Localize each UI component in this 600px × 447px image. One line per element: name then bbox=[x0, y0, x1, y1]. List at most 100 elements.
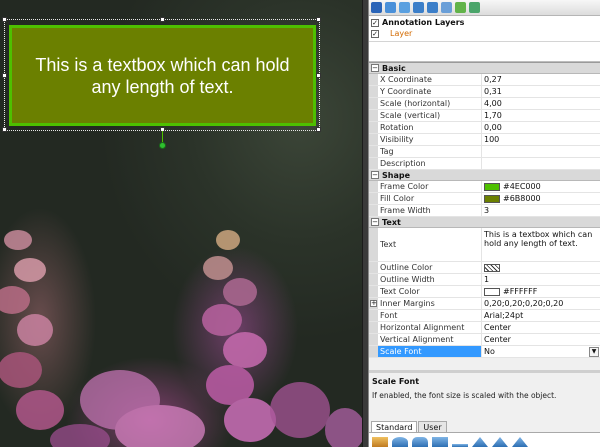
prop-rotation[interactable]: Rotation 0,00 bbox=[369, 122, 600, 134]
expand-icon[interactable]: + bbox=[370, 300, 377, 307]
prop-value[interactable]: 0,31 bbox=[482, 86, 600, 97]
prop-value[interactable]: 100 bbox=[482, 134, 600, 145]
left-flower-spike bbox=[0, 230, 64, 430]
prop-name: Horizontal Alignment bbox=[378, 322, 482, 333]
prop-value[interactable]: 0,00 bbox=[482, 122, 600, 133]
prop-fill-color[interactable]: Fill Color #6B8000 bbox=[369, 193, 600, 205]
prop-value[interactable]: Arial;24pt bbox=[482, 310, 600, 321]
prop-name: Visibility bbox=[378, 134, 482, 145]
prop-frame-color[interactable]: Frame Color #4EC000 bbox=[369, 181, 600, 193]
rotate-handle[interactable] bbox=[159, 142, 166, 149]
resize-handle-top[interactable] bbox=[160, 17, 165, 22]
prop-name: Inner Margins bbox=[378, 298, 482, 309]
prop-value[interactable]: 0,27 bbox=[482, 74, 600, 85]
fill-color-value: #6B8000 bbox=[503, 194, 541, 203]
prop-name: Fill Color bbox=[378, 193, 482, 204]
prop-value[interactable]: 1 bbox=[482, 274, 600, 285]
prop-value[interactable]: 3 bbox=[482, 205, 600, 216]
shape-palette bbox=[369, 433, 600, 447]
prop-value[interactable]: 0,20;0,20;0,20;0,20 bbox=[482, 298, 600, 309]
layer-root[interactable]: ✓ Annotation Layers bbox=[369, 17, 600, 28]
prop-font[interactable]: Font Arial;24pt bbox=[369, 310, 600, 322]
property-grid: − Basic X Coordinate 0,27 Y Coordinate 0… bbox=[369, 62, 600, 358]
collapse-icon[interactable]: − bbox=[371, 171, 379, 179]
new-layer-icon[interactable] bbox=[385, 2, 396, 13]
prop-y-coordinate[interactable]: Y Coordinate 0,31 bbox=[369, 86, 600, 98]
prop-outline-color[interactable]: Outline Color bbox=[369, 262, 600, 274]
prop-value[interactable]: 4,00 bbox=[482, 98, 600, 109]
layer-item[interactable]: ✓ Layer bbox=[369, 28, 600, 39]
shape-diamond-icon[interactable] bbox=[512, 437, 528, 447]
prop-name: Tag bbox=[378, 146, 482, 157]
shape-rounded-rect-icon[interactable] bbox=[412, 437, 428, 447]
prop-visibility[interactable]: Visibility 100 bbox=[369, 134, 600, 146]
shape-arrow-icon[interactable] bbox=[492, 437, 508, 447]
shape-rectangle-icon[interactable] bbox=[432, 437, 448, 447]
resize-handle-top-right[interactable] bbox=[316, 17, 321, 22]
tab-standard[interactable]: Standard bbox=[371, 421, 418, 432]
resize-handle-bottom-left[interactable] bbox=[2, 127, 7, 132]
tab-user[interactable]: User bbox=[418, 421, 447, 432]
prop-scale-vertical[interactable]: Scale (vertical) 1,70 bbox=[369, 110, 600, 122]
edit-icon[interactable] bbox=[455, 2, 466, 13]
prop-scale-font[interactable]: Scale Font No ▼ bbox=[369, 346, 600, 358]
collapse-icon[interactable]: − bbox=[371, 218, 379, 226]
prop-value[interactable]: 1,70 bbox=[482, 110, 600, 121]
prop-description[interactable]: Description bbox=[369, 158, 600, 170]
prop-horizontal-alignment[interactable]: Horizontal Alignment Center bbox=[369, 322, 600, 334]
add-item-icon[interactable] bbox=[399, 2, 410, 13]
prop-text[interactable]: Text This is a textbox which can hold an… bbox=[369, 228, 600, 262]
resize-handle-top-left[interactable] bbox=[2, 17, 7, 22]
prop-name: Text Color bbox=[378, 286, 482, 297]
layer-separator bbox=[369, 41, 600, 42]
annotation-canvas[interactable]: This is a textbox which can hold any len… bbox=[0, 0, 362, 447]
text-color-swatch bbox=[484, 287, 500, 296]
resize-handle-right[interactable] bbox=[316, 73, 321, 78]
layer-root-checkbox[interactable]: ✓ bbox=[371, 18, 379, 27]
category-basic-label: Basic bbox=[382, 63, 406, 73]
shape-ellipse-icon[interactable] bbox=[392, 437, 408, 447]
chevron-down-icon[interactable]: ▼ bbox=[589, 346, 599, 357]
move-down-icon[interactable] bbox=[427, 2, 438, 13]
prop-value[interactable]: No ▼ bbox=[482, 346, 600, 357]
prop-x-coordinate[interactable]: X Coordinate 0,27 bbox=[369, 74, 600, 86]
resize-handle-bottom-right[interactable] bbox=[316, 127, 321, 132]
prop-value[interactable]: #6B8000 bbox=[482, 193, 600, 204]
delete-icon[interactable] bbox=[441, 2, 452, 13]
category-text[interactable]: − Text bbox=[369, 217, 600, 228]
prop-name: Vertical Alignment bbox=[378, 334, 482, 345]
layer-item-checkbox[interactable]: ✓ bbox=[371, 29, 379, 38]
resize-handle-left[interactable] bbox=[2, 73, 7, 78]
prop-vertical-alignment[interactable]: Vertical Alignment Center bbox=[369, 334, 600, 346]
prop-value[interactable] bbox=[482, 158, 600, 169]
prop-name: Outline Color bbox=[378, 262, 482, 273]
prop-value[interactable] bbox=[482, 146, 600, 157]
shape-triangle-icon[interactable] bbox=[472, 437, 488, 447]
prop-inner-margins[interactable]: + Inner Margins 0,20;0,20;0,20;0,20 bbox=[369, 298, 600, 310]
prop-value[interactable]: #4EC000 bbox=[482, 181, 600, 192]
prop-name: Scale Font bbox=[378, 346, 482, 357]
prop-outline-width[interactable]: Outline Width 1 bbox=[369, 274, 600, 286]
category-shape[interactable]: − Shape bbox=[369, 170, 600, 181]
annotation-textbox[interactable]: This is a textbox which can hold any len… bbox=[9, 25, 316, 126]
category-basic[interactable]: − Basic bbox=[369, 63, 600, 74]
prop-value[interactable]: This is a textbox which can hold any len… bbox=[482, 228, 600, 261]
settings-icon[interactable] bbox=[469, 2, 480, 13]
outline-color-swatch bbox=[484, 263, 500, 272]
prop-value[interactable] bbox=[482, 262, 600, 273]
prop-frame-width[interactable]: Frame Width 3 bbox=[369, 205, 600, 217]
layers-icon[interactable] bbox=[371, 2, 382, 13]
prop-value[interactable]: #FFFFFF bbox=[482, 286, 600, 297]
prop-name: Description bbox=[378, 158, 482, 169]
prop-name: Text bbox=[378, 228, 482, 261]
prop-value[interactable]: Center bbox=[482, 334, 600, 345]
prop-value[interactable]: Center bbox=[482, 322, 600, 333]
prop-text-color[interactable]: Text Color #FFFFFF bbox=[369, 286, 600, 298]
shape-image-icon[interactable] bbox=[372, 437, 388, 447]
move-up-icon[interactable] bbox=[413, 2, 424, 13]
prop-name: Scale (horizontal) bbox=[378, 98, 482, 109]
prop-scale-horizontal[interactable]: Scale (horizontal) 4,00 bbox=[369, 98, 600, 110]
prop-tag[interactable]: Tag bbox=[369, 146, 600, 158]
collapse-icon[interactable]: − bbox=[371, 64, 379, 72]
text-color-value: #FFFFFF bbox=[503, 287, 538, 296]
